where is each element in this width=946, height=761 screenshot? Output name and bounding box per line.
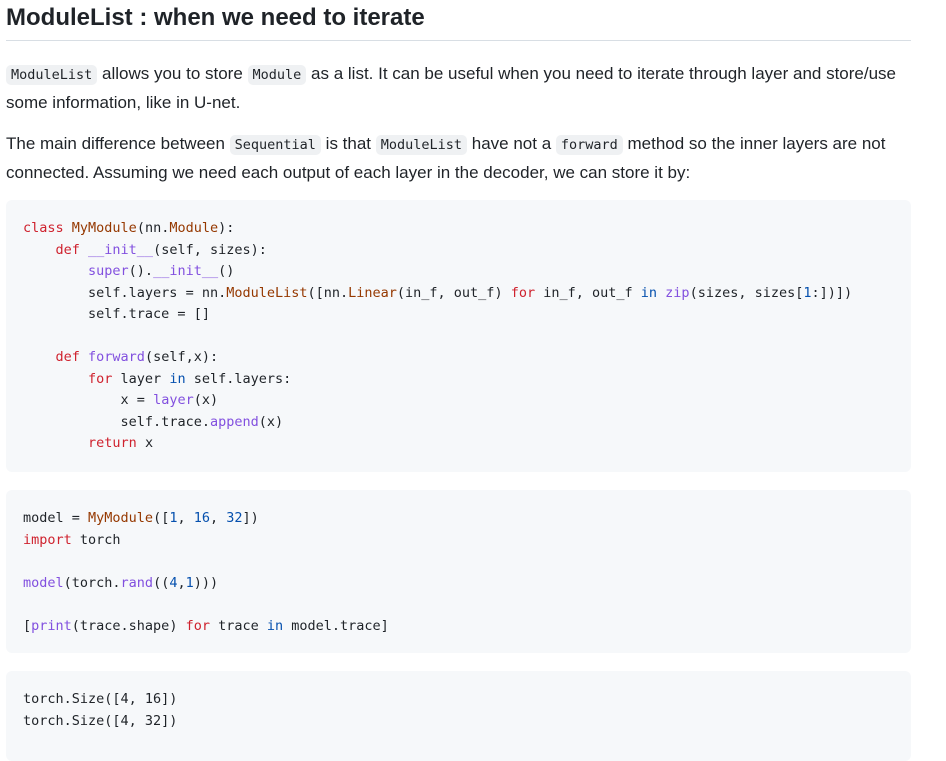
output-line: torch.Size([4, 32]) xyxy=(23,712,178,729)
document-page: ModuleList : when we need to iterate Mod… xyxy=(0,0,946,761)
code-line: self.layers = nn.ModuleList([nn.Linear(i… xyxy=(88,284,853,301)
inline-code-modulelist: ModuleList xyxy=(6,65,98,85)
code-block-model-usage[interactable]: model = MyModule([1, 16, 32]) import torc… xyxy=(6,490,911,653)
code-line: class MyModule(nn.Module): xyxy=(23,220,235,236)
code-line-empty xyxy=(23,326,894,348)
inline-code-modulelist: ModuleList xyxy=(375,135,468,155)
heading-divider xyxy=(6,40,911,41)
paragraph-text: have not a xyxy=(467,134,556,153)
code-line: super().__init__() xyxy=(88,263,235,279)
paragraph-modulelist-intro: ModuleList allows you to store Module as… xyxy=(6,60,911,116)
code-line: def forward(self,x): xyxy=(55,349,219,365)
output-line: torch.Size([4, 16]) xyxy=(23,691,178,707)
code-line: self.trace.append(x) xyxy=(120,413,284,430)
inline-code-forward: forward xyxy=(555,135,623,155)
code-line: def __init__(self, sizes): xyxy=(55,241,267,258)
code-line: for layer in self.layers: xyxy=(88,370,292,387)
code-line: model(torch.rand((4,1))) xyxy=(23,574,219,591)
code-line: model = MyModule([1, 16, 32]) xyxy=(23,510,259,526)
paragraph-text: allows you to store xyxy=(97,64,248,83)
code-line: [print(trace.shape) for trace in model.t… xyxy=(23,617,389,634)
code-block-mymodule[interactable]: class MyModule(nn.Module): def __init__(… xyxy=(6,200,911,472)
code-line: return x xyxy=(88,435,154,451)
paragraph-difference: The main difference between Sequential i… xyxy=(6,130,911,186)
code-line: import torch xyxy=(23,531,121,548)
inline-code-module: Module xyxy=(247,65,307,85)
section-heading: ModuleList : when we need to iterate xyxy=(6,4,425,31)
output-block[interactable]: torch.Size([4, 16]) torch.Size([4, 32]) xyxy=(6,671,911,761)
code-line-empty xyxy=(23,594,894,616)
code-line: x = layer(x) xyxy=(120,392,219,408)
inline-code-sequential: Sequential xyxy=(229,135,321,155)
code-line-empty xyxy=(23,551,894,573)
paragraph-text: The main difference between xyxy=(6,134,230,153)
paragraph-text: is that xyxy=(320,134,376,153)
code-line: self.trace = [] xyxy=(88,306,210,322)
